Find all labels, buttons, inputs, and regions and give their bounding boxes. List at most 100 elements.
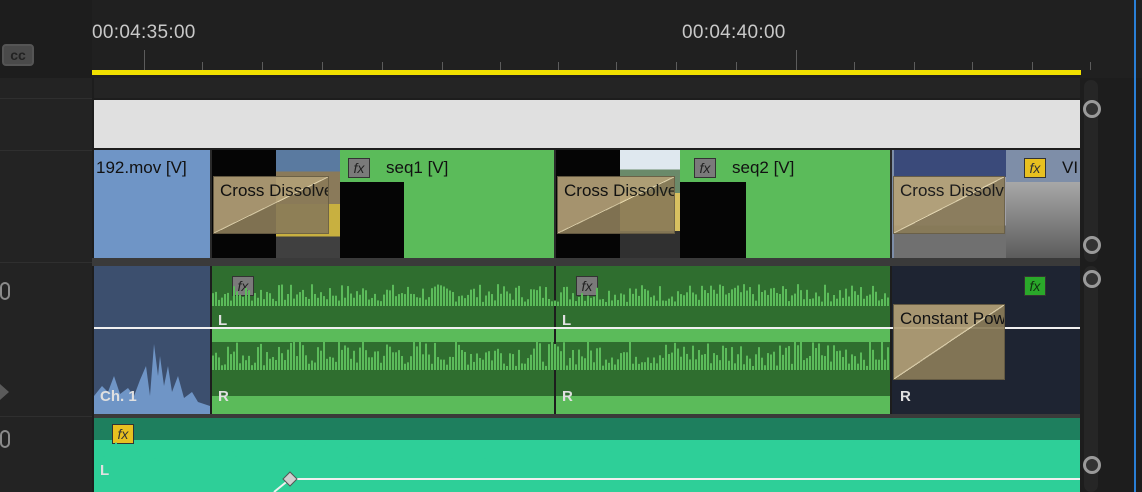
waveform-bar bbox=[842, 297, 844, 306]
waveform-bar bbox=[257, 297, 259, 306]
waveform-bar bbox=[232, 451, 234, 464]
waveform-bar bbox=[314, 362, 316, 370]
video-clip[interactable]: 192.mov [V] bbox=[94, 150, 210, 258]
waveform-bar bbox=[476, 353, 478, 370]
waveform-bar bbox=[169, 452, 171, 464]
fx-badge[interactable]: fx bbox=[348, 158, 370, 178]
waveform-bar bbox=[133, 460, 135, 464]
audio-clip[interactable]: Ch. 1 bbox=[94, 266, 210, 416]
waveform-bar bbox=[761, 357, 763, 370]
waveform-bar bbox=[662, 357, 664, 370]
ruler-tick bbox=[1032, 62, 1033, 70]
waveform-bar bbox=[214, 454, 216, 464]
waveform-bar bbox=[737, 354, 739, 370]
waveform-bar bbox=[461, 295, 463, 306]
ruler-tick bbox=[854, 62, 855, 70]
waveform-bar bbox=[692, 345, 694, 370]
microphone-icon[interactable] bbox=[0, 282, 10, 300]
waveform-bar bbox=[653, 357, 655, 370]
waveform-bar bbox=[428, 354, 430, 370]
waveform-bar bbox=[418, 447, 420, 464]
waveform-bar bbox=[398, 294, 400, 306]
waveform-bar bbox=[469, 454, 471, 464]
work-area-bar[interactable] bbox=[92, 70, 1081, 75]
fx-badge[interactable]: fx bbox=[1024, 158, 1046, 178]
waveform-bar bbox=[529, 447, 531, 464]
fx-badge[interactable]: fx bbox=[1024, 276, 1046, 296]
empty-video-track[interactable] bbox=[94, 100, 1080, 148]
waveform-bar bbox=[299, 292, 301, 306]
clip-thumbnail bbox=[340, 182, 404, 258]
track-divider bbox=[0, 98, 92, 99]
waveform-bar bbox=[635, 356, 637, 370]
waveform-bar bbox=[239, 363, 241, 370]
clip-thumbnail bbox=[1006, 182, 1080, 258]
fx-badge[interactable]: fx bbox=[694, 158, 716, 178]
waveform-bar bbox=[302, 345, 304, 370]
waveform-bar bbox=[608, 362, 610, 370]
transition-cross-dissolve[interactable]: Cross Dissolve bbox=[557, 176, 675, 234]
scroll-handle[interactable] bbox=[1083, 236, 1101, 254]
waveform-bar bbox=[1024, 450, 1026, 464]
waveform-bar bbox=[698, 350, 700, 370]
waveform-bar bbox=[482, 359, 484, 370]
waveform-bar bbox=[637, 460, 639, 464]
waveform-bar bbox=[446, 364, 448, 370]
waveform-bar bbox=[485, 352, 487, 370]
keyframe-marker[interactable] bbox=[268, 468, 308, 492]
waveform-bar bbox=[644, 362, 646, 370]
waveform-bar bbox=[596, 348, 598, 370]
track-divider bbox=[0, 150, 92, 151]
waveform-bar bbox=[647, 357, 649, 370]
waveform-bar bbox=[865, 452, 867, 464]
captions-icon[interactable]: cc bbox=[2, 44, 34, 66]
transition-cross-dissolve[interactable]: Cross Dissolve bbox=[213, 176, 329, 234]
time-ruler[interactable]: 00:04:35:00 00:04:40:00 bbox=[92, 0, 1142, 78]
waveform-bar bbox=[619, 441, 621, 464]
waveform-bar bbox=[683, 346, 685, 370]
waveform-bar bbox=[1015, 440, 1017, 464]
waveform-bar bbox=[575, 301, 577, 306]
waveform-bar bbox=[277, 454, 279, 464]
waveform-bar bbox=[451, 458, 453, 464]
waveform-bar bbox=[833, 345, 835, 370]
waveform-bar bbox=[541, 442, 543, 464]
scroll-handle[interactable] bbox=[1083, 270, 1101, 288]
waveform-bar bbox=[430, 458, 432, 464]
waveform-bar bbox=[734, 363, 736, 370]
volume-rubber-band[interactable] bbox=[290, 478, 1080, 480]
waveform-bar bbox=[464, 298, 466, 306]
transition-constant-power[interactable]: Constant Power bbox=[893, 304, 1005, 380]
waveform-bar bbox=[235, 456, 237, 464]
waveform-bar bbox=[599, 299, 601, 306]
waveform-bar bbox=[178, 452, 180, 464]
waveform-bar bbox=[413, 294, 415, 306]
waveform-bar bbox=[650, 363, 652, 370]
waveform-bar bbox=[298, 456, 300, 464]
waveform-bar bbox=[368, 299, 370, 306]
waveform-bar bbox=[254, 293, 256, 306]
waveform-bar bbox=[697, 450, 699, 464]
waveform-bar bbox=[410, 356, 412, 370]
waveform-bar bbox=[335, 295, 337, 306]
waveform-bar bbox=[184, 447, 186, 464]
waveform-bar bbox=[353, 350, 355, 370]
waveform-bar bbox=[812, 342, 814, 370]
waveform-bar bbox=[527, 299, 529, 306]
waveform-bar bbox=[296, 356, 298, 370]
waveform-bar bbox=[937, 449, 939, 464]
transition-cross-dissolve[interactable]: Cross Dissolve bbox=[893, 176, 1005, 234]
waveform-bar bbox=[382, 451, 384, 464]
waveform-bar bbox=[809, 355, 811, 370]
waveform-bar bbox=[674, 301, 676, 306]
scroll-handle[interactable] bbox=[1083, 100, 1101, 118]
waveform-bar bbox=[304, 445, 306, 464]
waveform-bar bbox=[785, 347, 787, 370]
waveform-bar bbox=[754, 442, 756, 464]
waveform-bar bbox=[218, 299, 220, 306]
microphone-icon[interactable] bbox=[0, 430, 10, 448]
scroll-handle[interactable] bbox=[1083, 456, 1101, 474]
expand-arrow-icon[interactable] bbox=[0, 384, 9, 400]
waveform-bar bbox=[323, 340, 325, 370]
waveform-bar bbox=[604, 442, 606, 464]
